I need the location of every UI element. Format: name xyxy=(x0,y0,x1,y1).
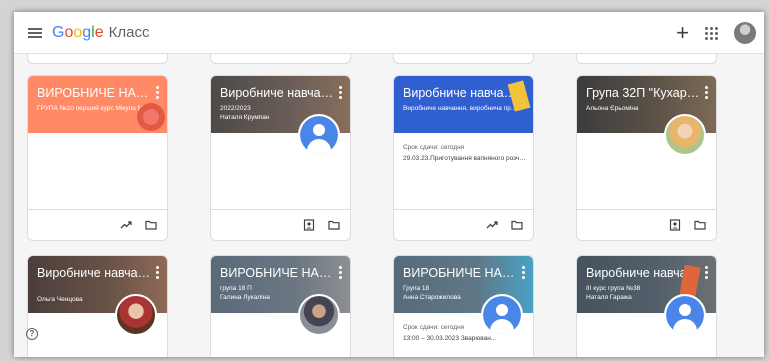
product-name: Класс xyxy=(108,23,150,41)
gradebook-icon[interactable] xyxy=(303,219,315,231)
class-card-header[interactable]: ВИРОБНИЧЕ НАВЧА... ГРУПА №20 перший курс… xyxy=(28,76,167,133)
class-card[interactable]: ВИРОБНИЧЕ НАВЧА... група 18 П Галина Лук… xyxy=(210,255,351,357)
folder-icon[interactable] xyxy=(328,219,340,231)
due-label: Срок сдачи: сегодня xyxy=(403,324,465,331)
class-card[interactable]: Група 32П "Кухар, ко... Альона Єрьоміна xyxy=(576,75,717,241)
more-options-icon[interactable] xyxy=(339,86,342,99)
class-card[interactable]: ВИРОБНИЧЕ НАВЧА... ГРУПА №20 перший курс… xyxy=(27,75,168,241)
class-card-partial[interactable] xyxy=(576,54,717,64)
teacher-avatar xyxy=(298,294,340,336)
add-class-button[interactable]: + xyxy=(676,22,689,44)
trend-icon[interactable] xyxy=(120,219,132,231)
gradebook-icon[interactable] xyxy=(669,219,681,231)
class-card-footer xyxy=(211,209,350,240)
google-logo-text: Google xyxy=(52,23,104,41)
class-card-header[interactable]: Виробниче навчанн... Виробниче навчання,… xyxy=(394,76,533,133)
more-options-icon[interactable] xyxy=(705,266,708,279)
class-card[interactable]: Виробниче навчанн... Виробниче навчання,… xyxy=(393,75,534,241)
previous-row-cards xyxy=(14,54,764,65)
class-card[interactable]: Виробниче навчанн... Ольга Ченцова xyxy=(27,255,168,357)
class-title[interactable]: ВИРОБНИЧЕ НАВЧА... xyxy=(403,265,517,281)
folder-icon[interactable] xyxy=(145,219,157,231)
class-section: 2022/2023 xyxy=(220,105,251,112)
class-card[interactable]: ВИРОБНИЧЕ НАВЧА... Група 18 Анна Старожи… xyxy=(393,255,534,357)
class-title[interactable]: Виробниче навчанн... xyxy=(403,85,517,101)
due-assignment[interactable]: 29.03.23.Приготування вапняного розчин..… xyxy=(403,154,528,163)
classroom-logo[interactable]: Google Класс xyxy=(52,24,149,42)
folder-icon[interactable] xyxy=(511,219,523,231)
folder-icon[interactable] xyxy=(694,219,706,231)
more-options-icon[interactable] xyxy=(522,266,525,279)
class-card-partial[interactable] xyxy=(27,54,168,64)
help-icon[interactable]: ? xyxy=(26,328,38,340)
class-card-footer xyxy=(28,209,167,240)
class-section: група 18 П xyxy=(220,285,252,292)
account-avatar[interactable] xyxy=(734,22,756,44)
due-label: Срок сдачи: сегодня xyxy=(403,144,465,151)
class-section: Група 18 xyxy=(403,285,430,292)
class-section: Виробниче навчання, виробнича пр... xyxy=(403,105,517,112)
more-options-icon[interactable] xyxy=(156,86,159,99)
due-work[interactable]: Срок сдачи: сегодня 29.03.23.Приготуванн… xyxy=(394,133,533,163)
class-card[interactable]: Виробниче навчанн... 2022/2023 Наталя Кр… xyxy=(210,75,351,241)
class-card-footer xyxy=(394,209,533,240)
top-app-bar: Google Класс + xyxy=(14,12,764,54)
teacher-avatar xyxy=(115,294,157,336)
header-illustration xyxy=(137,103,165,131)
due-work[interactable]: Срок сдачи: сегодня 13:00 – 30.03.2023 З… xyxy=(394,313,533,343)
teacher-avatar xyxy=(664,294,706,336)
teacher-name: Альона Єрьоміна xyxy=(586,105,639,112)
classroom-window: Google Класс + ВИРОБНИЧЕ НАВЧА... ГРУПА … xyxy=(14,12,764,357)
class-title[interactable]: Виробниче навчанн... xyxy=(220,85,334,101)
trend-icon[interactable] xyxy=(486,219,498,231)
class-title[interactable]: ВИРОБНИЧЕ НАВЧА... xyxy=(220,265,334,281)
class-card-footer xyxy=(577,209,716,240)
class-card[interactable]: Виробниче навчанн... ІІІ курс група №38 … xyxy=(576,255,717,357)
class-card-partial[interactable] xyxy=(393,54,534,64)
more-options-icon[interactable] xyxy=(339,266,342,279)
more-options-icon[interactable] xyxy=(705,86,708,99)
more-options-icon[interactable] xyxy=(156,266,159,279)
class-title[interactable]: ВИРОБНИЧЕ НАВЧА... xyxy=(37,85,151,101)
class-card-partial[interactable] xyxy=(210,54,351,64)
due-assignment[interactable]: 13:00 – 30.03.2023 Зварюван... xyxy=(403,334,503,343)
menu-icon[interactable] xyxy=(28,27,42,38)
class-title[interactable]: Група 32П "Кухар, ко... xyxy=(586,85,700,101)
teacher-avatar xyxy=(664,114,706,156)
teacher-avatar xyxy=(298,114,340,156)
class-title[interactable]: Виробниче навчанн... xyxy=(37,265,151,281)
apps-grid-icon[interactable] xyxy=(705,26,718,40)
